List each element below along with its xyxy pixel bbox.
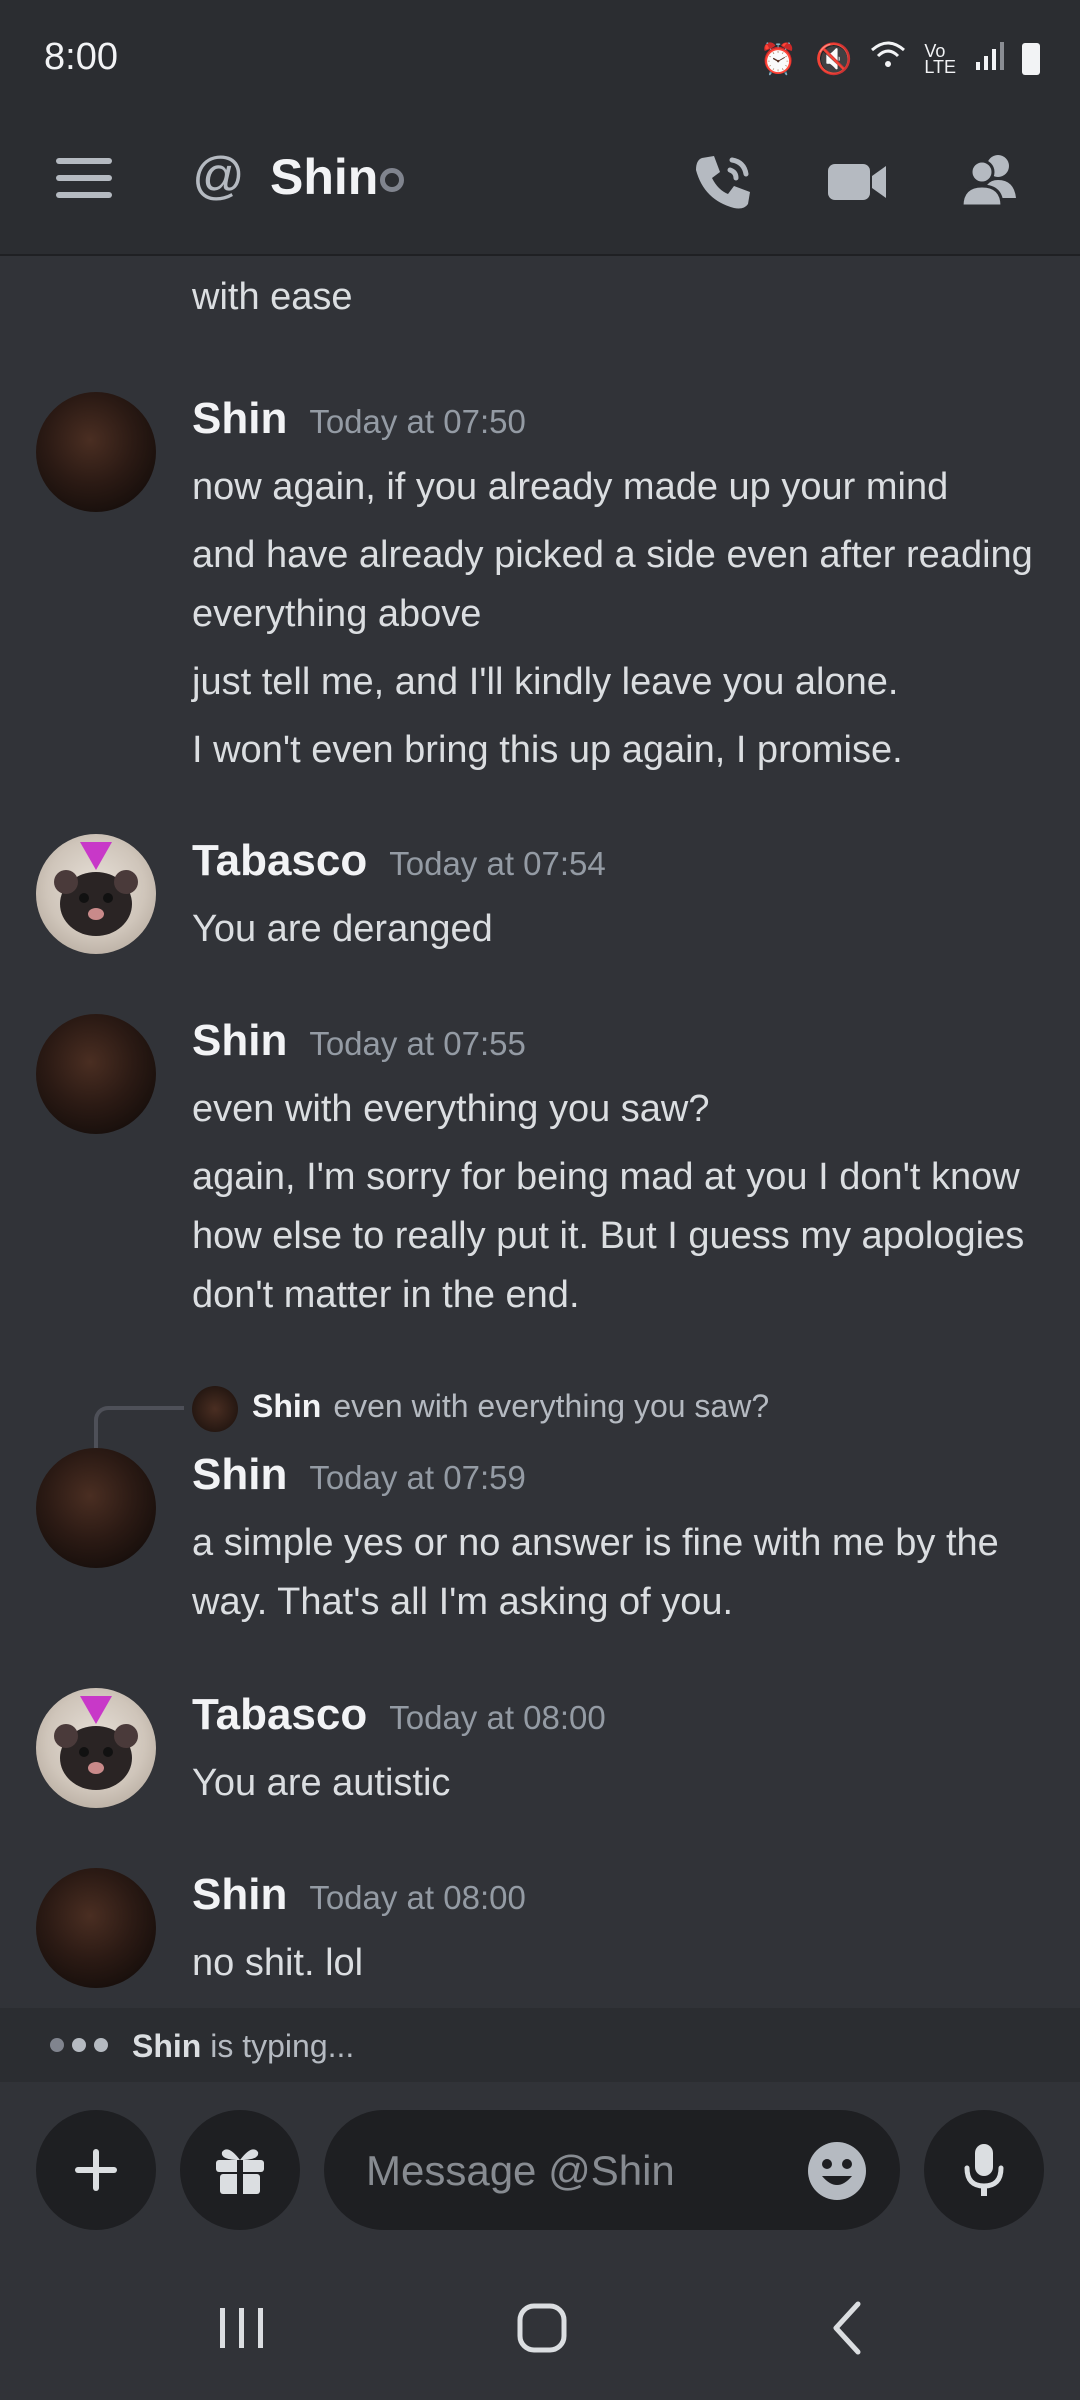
plus-icon: [75, 2149, 117, 2191]
reply-connector: [94, 1406, 184, 1450]
recent-apps-button[interactable]: [202, 2298, 282, 2358]
reply-excerpt: even with everything you saw?: [333, 1388, 770, 1424]
timestamp: Today at 07:55: [309, 1025, 526, 1062]
status-time: 8:00: [44, 36, 118, 78]
timestamp: Today at 08:00: [389, 1699, 606, 1736]
back-icon: [833, 2301, 861, 2355]
header-title[interactable]: Shin: [270, 148, 378, 206]
author-name[interactable]: Tabasco: [192, 836, 367, 885]
lte-icon: Vo LTE: [924, 41, 956, 77]
typing-user: Shin: [132, 2028, 202, 2064]
video-call-button[interactable]: [822, 146, 892, 216]
avatar[interactable]: [36, 1688, 156, 1808]
microphone-icon: [964, 2144, 1004, 2196]
message-composer: [0, 2082, 1080, 2244]
reply-avatar: [192, 1386, 238, 1432]
author-name[interactable]: Shin: [192, 394, 287, 443]
typing-indicator: Shin is typing...: [0, 2008, 1080, 2082]
members-icon: [960, 155, 1016, 208]
voice-call-button[interactable]: [688, 146, 758, 216]
add-attachment-button[interactable]: [36, 2110, 156, 2230]
timestamp: Today at 07:59: [309, 1459, 526, 1496]
author-name[interactable]: Shin: [192, 1870, 287, 1919]
status-icons: ⏰ 🔇 Vo LTE: [760, 40, 1040, 78]
message-line: now again, if you already made up your m…: [192, 466, 949, 508]
avatar[interactable]: [36, 392, 156, 512]
message-input-wrapper[interactable]: [324, 2110, 900, 2232]
mute-icon: 🔇: [814, 42, 853, 76]
avatar[interactable]: [36, 834, 156, 954]
timestamp: Today at 07:50: [309, 403, 526, 440]
message-line: I won't even bring this up again, I prom…: [192, 729, 903, 771]
status-bar: 8:00 ⏰ 🔇 Vo LTE: [0, 0, 1080, 120]
message-line: no shit. lol: [192, 1942, 364, 1984]
message-line: a simple yes or no answer is fine with m…: [192, 1522, 999, 1623]
author-name[interactable]: Tabasco: [192, 1690, 367, 1739]
message-line: again, I'm sorry for being mad at you I …: [192, 1156, 1025, 1316]
gift-icon: [216, 2149, 264, 2194]
typing-dots-icon: [50, 2038, 108, 2052]
message-line: just tell me, and I'll kindly leave you …: [192, 661, 899, 703]
author-name[interactable]: Shin: [192, 1016, 287, 1065]
author-name[interactable]: Shin: [192, 1450, 287, 1499]
system-navigation-bar: [0, 2244, 1080, 2400]
avatar[interactable]: [36, 1868, 156, 1988]
gift-button[interactable]: [180, 2110, 300, 2230]
message-line: and have already picked a side even afte…: [192, 534, 1033, 635]
message-line: even with everything you saw?: [192, 1088, 710, 1130]
voice-message-button[interactable]: [924, 2110, 1044, 2230]
alarm-icon: ⏰: [759, 42, 797, 76]
reply-reference[interactable]: Shin even with everything you saw?: [0, 1374, 1080, 1450]
recent-apps-icon: [220, 2308, 263, 2348]
at-icon: @: [192, 147, 245, 205]
wifi-icon: [870, 40, 906, 78]
message-line: You are autistic: [192, 1762, 451, 1804]
battery-icon: [1022, 43, 1040, 75]
phone-icon: [696, 156, 750, 209]
video-camera-icon: [828, 164, 886, 200]
message-list[interactable]: with ease Shin Today at 07:50 now again, …: [0, 256, 1080, 2008]
message-input[interactable]: [364, 2110, 788, 2232]
timestamp: Today at 08:00: [309, 1879, 526, 1916]
avatar[interactable]: [36, 1448, 156, 1568]
typing-suffix: is typing...: [210, 2028, 355, 2064]
smiley-icon: [808, 2142, 866, 2200]
menu-icon[interactable]: [56, 158, 112, 198]
message-line: You are deranged: [192, 908, 493, 950]
home-button[interactable]: [502, 2298, 582, 2358]
emoji-button[interactable]: [806, 2140, 868, 2202]
members-button[interactable]: [954, 146, 1024, 216]
timestamp: Today at 07:54: [389, 845, 606, 882]
back-button[interactable]: [808, 2298, 888, 2358]
chat-header: @ Shin: [0, 120, 1080, 256]
offline-status-icon: [380, 168, 404, 192]
signal-icon: [974, 40, 1004, 78]
home-icon: [517, 2303, 567, 2353]
message-line: with ease: [192, 276, 353, 318]
avatar[interactable]: [36, 1014, 156, 1134]
reply-author: Shin: [252, 1388, 322, 1424]
